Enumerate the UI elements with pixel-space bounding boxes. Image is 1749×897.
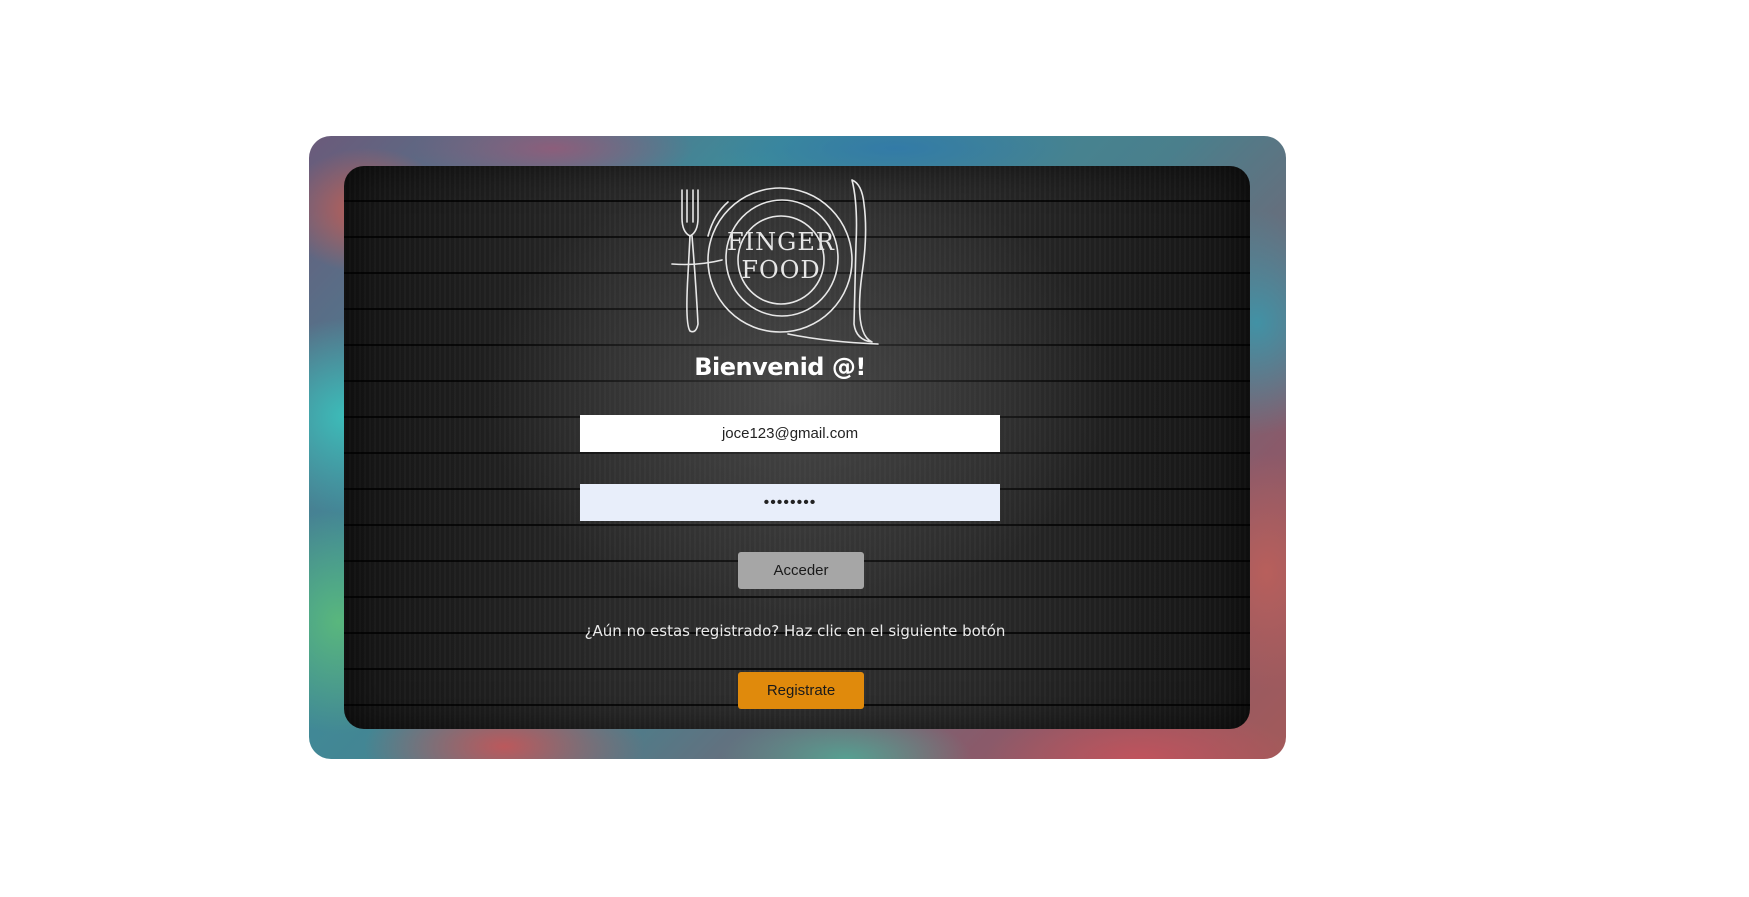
register-hint-text: ¿Aún no estas registrado? Haz clic en el… — [584, 622, 1006, 640]
password-field[interactable] — [580, 484, 1000, 521]
logo-text-finger: FINGER — [727, 228, 835, 256]
welcome-title: Bienvenid @! — [694, 353, 866, 381]
finger-food-logo: FINGER FOOD — [668, 174, 894, 346]
email-field[interactable] — [580, 415, 1000, 452]
access-button[interactable]: Acceder — [738, 552, 864, 589]
register-button[interactable]: Registrate — [738, 672, 864, 709]
logo-text-food: FOOD — [741, 256, 821, 284]
